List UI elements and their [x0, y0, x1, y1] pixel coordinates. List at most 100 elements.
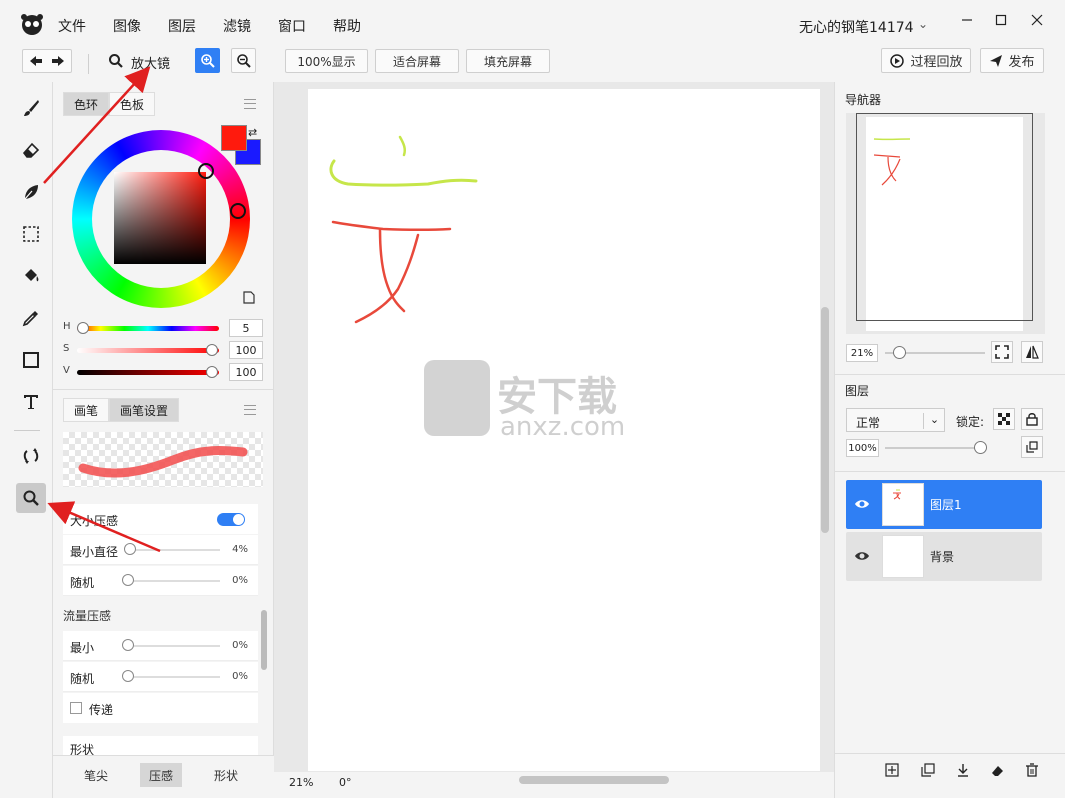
navigator-preview[interactable] [846, 113, 1045, 334]
clear-layer-icon[interactable] [990, 763, 1004, 777]
trash-icon[interactable] [1025, 763, 1039, 777]
saturation-value-square[interactable] [114, 172, 206, 264]
close-button[interactable] [1027, 10, 1047, 30]
tab-pressure[interactable]: 压感 [140, 763, 183, 787]
current-tool-label: 放大镜 [131, 57, 171, 72]
brush-tool[interactable] [16, 93, 46, 123]
horizontal-scrollbar[interactable] [519, 776, 669, 784]
zoom-out-button[interactable] [231, 48, 256, 73]
random-flow-knob[interactable] [122, 670, 134, 682]
lock-label: 锁定: [956, 415, 985, 429]
menu-icon[interactable] [244, 405, 256, 415]
rotate-tool[interactable] [16, 441, 46, 471]
tab-color-wheel[interactable]: 色环 [63, 92, 110, 116]
minimize-button[interactable] [957, 10, 977, 30]
selection-tool[interactable] [16, 219, 46, 249]
merge-down-icon[interactable] [956, 763, 970, 777]
chevron-down-icon: ⌄ [923, 413, 945, 429]
actual-size-button[interactable]: 100%显示 [285, 49, 368, 73]
swap-colors-icon[interactable]: ⇄ [248, 126, 257, 139]
saturation-slider[interactable]: S 100 [63, 341, 263, 359]
transfer-checkbox[interactable] [70, 702, 82, 714]
value-value-field[interactable]: 100 [229, 363, 263, 381]
undo-redo-icons[interactable] [24, 53, 70, 69]
shape-tool[interactable] [16, 345, 46, 375]
replay-button[interactable]: 过程回放 [881, 48, 971, 73]
fit-view-button[interactable] [991, 341, 1013, 363]
document-icon[interactable] [243, 291, 255, 304]
menu-window[interactable]: 窗口 [278, 16, 306, 36]
maximize-button[interactable] [991, 10, 1011, 30]
sv-picker-handle[interactable] [198, 163, 214, 179]
menu-layer[interactable]: 图层 [168, 16, 196, 36]
value-knob[interactable] [206, 366, 218, 378]
shape-row: 形状 [63, 736, 258, 755]
eraser-tool[interactable] [16, 135, 46, 165]
blend-mode-select[interactable]: 正常 ⌄ [846, 408, 945, 432]
publish-button[interactable]: 发布 [980, 48, 1044, 73]
size-pressure-toggle[interactable] [217, 513, 245, 526]
navigator-zoom-knob[interactable] [893, 346, 906, 359]
add-layer-icon[interactable] [885, 763, 899, 777]
tab-swatches[interactable]: 色板 [109, 92, 156, 116]
foreground-color-swatch[interactable] [221, 125, 247, 151]
brush-bottom-tabs: 笔尖 压感 形状 [53, 755, 274, 798]
random-size-value: 0% [232, 575, 248, 586]
hue-value-field[interactable]: 5 [229, 319, 263, 337]
menu-filter[interactable]: 滤镜 [223, 16, 251, 36]
menu-image[interactable]: 图像 [113, 16, 141, 36]
opacity-track[interactable] [885, 447, 985, 449]
user-name[interactable]: 无心的钢笔14174 [799, 17, 914, 37]
min-flow-knob[interactable] [122, 639, 134, 651]
eye-icon[interactable] [854, 548, 870, 564]
min-flow-row: 最小 0% [63, 631, 258, 661]
chevron-down-icon[interactable]: ⌄ [918, 17, 928, 31]
menu-file[interactable]: 文件 [58, 16, 86, 36]
clip-mask-button[interactable] [1021, 436, 1043, 458]
layer-item-layer1[interactable]: 图层1 [846, 480, 1042, 529]
menu-icon[interactable] [244, 99, 256, 109]
tab-brush[interactable]: 画笔 [63, 398, 110, 422]
flip-button[interactable] [1021, 341, 1043, 363]
eye-icon[interactable] [854, 496, 870, 512]
layer-thumbnail [882, 483, 924, 526]
fill-tool[interactable] [16, 261, 46, 291]
navigator-zoom-field[interactable]: 21% [846, 344, 878, 362]
magnifier-tool[interactable] [16, 483, 46, 513]
lock-layer-button[interactable] [1021, 408, 1043, 430]
random-size-knob[interactable] [122, 574, 134, 586]
layer-name: 背景 [930, 550, 955, 564]
random-size-label: 随机 [70, 576, 95, 590]
hue-slider[interactable]: H 5 [63, 319, 263, 337]
opacity-field[interactable]: 100% [846, 439, 879, 457]
right-panel: 导航器 21% 图层 正常 ⌄ 锁定: 100% 图层1 背景 [834, 82, 1065, 798]
layer-name: 图层1 [930, 498, 962, 512]
saturation-knob[interactable] [206, 344, 218, 356]
zoom-in-button[interactable] [195, 48, 220, 73]
panel-scrollbar[interactable] [261, 610, 267, 670]
undo-redo-group [22, 49, 72, 73]
fit-screen-button[interactable]: 适合屏幕 [375, 49, 459, 73]
duplicate-layer-icon[interactable] [921, 763, 935, 777]
eyedropper-tool[interactable] [16, 303, 46, 333]
vertical-scrollbar[interactable] [821, 307, 829, 533]
lock-transparency-button[interactable] [993, 408, 1015, 430]
hue-picker-handle[interactable] [230, 203, 246, 219]
random-flow-row: 随机 0% [63, 662, 258, 692]
smudge-tool[interactable] [16, 177, 46, 207]
tab-brush-settings[interactable]: 画笔设置 [109, 398, 180, 422]
opacity-knob[interactable] [974, 441, 987, 454]
tab-shape[interactable]: 形状 [205, 763, 247, 787]
menu-help[interactable]: 帮助 [333, 16, 361, 36]
tab-tip[interactable]: 笔尖 [75, 763, 117, 787]
tool-bar [0, 82, 53, 798]
value-slider[interactable]: V 100 [63, 363, 263, 381]
fill-screen-button[interactable]: 填充屏幕 [466, 49, 550, 73]
layer-item-background[interactable]: 背景 [846, 532, 1042, 581]
navigator-viewport[interactable] [856, 113, 1033, 321]
hue-knob[interactable] [77, 322, 89, 334]
size-pressure-row: 大小压感 [63, 504, 258, 534]
saturation-value-field[interactable]: 100 [229, 341, 263, 359]
min-diameter-knob[interactable] [124, 543, 136, 555]
text-tool[interactable] [16, 387, 46, 417]
